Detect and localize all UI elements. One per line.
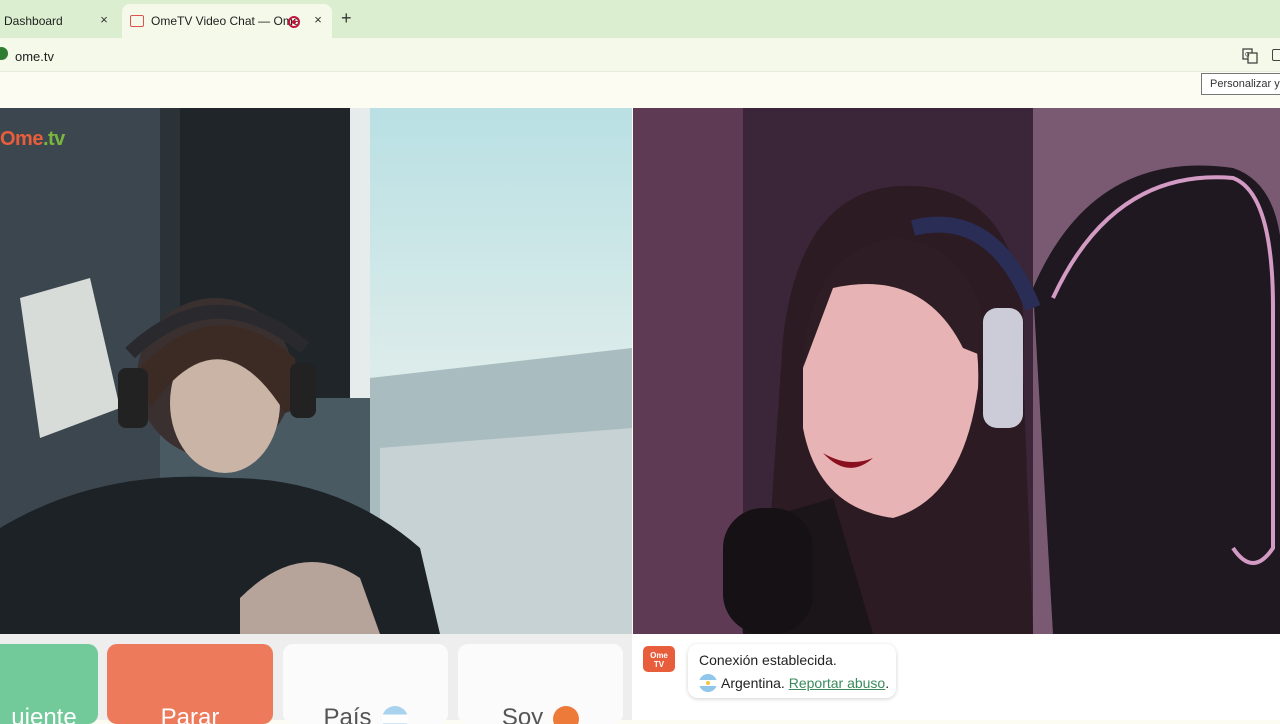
- country-name: Argentina.: [721, 675, 785, 691]
- chat-controls: uiente Parar País Soy: [0, 634, 632, 724]
- close-icon[interactable]: ×: [311, 13, 325, 27]
- next-button[interactable]: uiente: [0, 644, 98, 724]
- tooltip: Personalizar y c: [1201, 73, 1280, 95]
- gender-label: Soy: [501, 704, 544, 724]
- watermark-tv: .tv: [42, 128, 65, 150]
- chat-panel: Ome TV Conexión establecida. Argentina. …: [632, 634, 1280, 720]
- site-info-icon[interactable]: [0, 47, 8, 60]
- cast-icon[interactable]: [1272, 49, 1280, 61]
- video-right: [633, 108, 1280, 634]
- argentina-flag-icon: [381, 705, 408, 724]
- ometv-watermark: Ome.tv: [0, 128, 65, 151]
- connection-status: Conexión establecida.: [699, 652, 837, 668]
- close-icon[interactable]: ×: [97, 13, 111, 27]
- report-abuse-link[interactable]: Reportar abuso: [789, 675, 886, 691]
- gender-icon: [553, 705, 580, 724]
- translate-icon[interactable]: G: [1242, 48, 1258, 64]
- video-right-scene: [633, 108, 1280, 634]
- argentina-flag-icon: [699, 674, 717, 692]
- system-message-bubble: Conexión establecida. Argentina. Reporta…: [688, 644, 896, 698]
- tab-dashboard[interactable]: Dashboard ×: [0, 4, 118, 38]
- new-tab-button[interactable]: +: [341, 8, 352, 29]
- gender-filter-button[interactable]: Soy: [458, 644, 623, 724]
- recording-icon: [288, 16, 300, 28]
- tab-ometv[interactable]: OmeTV Video Chat — Ome ×: [122, 4, 332, 38]
- ometv-logo-icon: Ome TV: [643, 646, 675, 672]
- report-suffix: .: [885, 675, 890, 691]
- country-filter-button[interactable]: País: [283, 644, 448, 724]
- address-bar: ome.tv G: [0, 38, 1280, 72]
- logo-bottom-text: TV: [653, 660, 665, 669]
- browser-tab-strip: Dashboard × OmeTV Video Chat — Ome × +: [0, 0, 1280, 38]
- page-top-strip: [0, 72, 1280, 108]
- url-field[interactable]: ome.tv: [15, 49, 54, 64]
- watermark-ome: Ome: [0, 128, 43, 150]
- logo-top-text: Ome: [650, 651, 668, 660]
- ometv-favicon-icon: [130, 15, 144, 27]
- video-left-scene: [0, 108, 632, 634]
- svg-text:G: G: [1245, 52, 1250, 59]
- country-label: País: [323, 704, 372, 724]
- tab-label: OmeTV Video Chat — Ome: [151, 14, 300, 28]
- video-left: Ome.tv: [0, 108, 632, 634]
- country-line: Argentina. Reportar abuso.: [699, 674, 889, 692]
- stop-button[interactable]: Parar: [107, 644, 273, 724]
